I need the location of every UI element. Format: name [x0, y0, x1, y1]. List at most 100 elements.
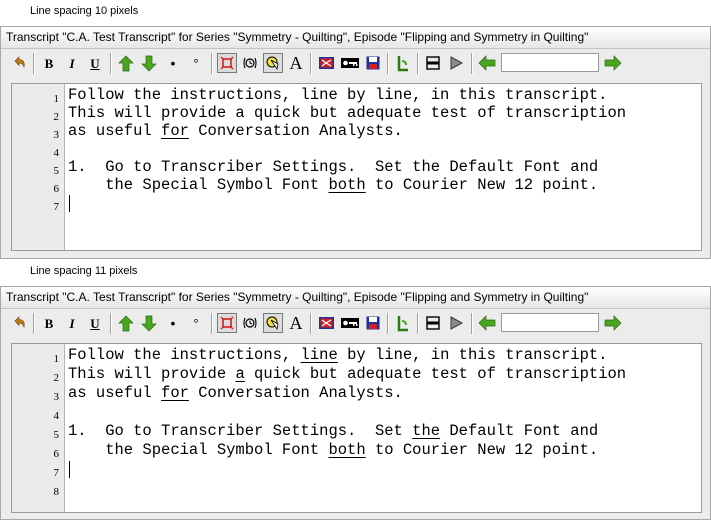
video-button[interactable] [316, 53, 336, 73]
falling-intonation-icon [141, 315, 157, 332]
panel1-caption: Line spacing 10 pixels [30, 5, 139, 17]
play-button[interactable] [446, 313, 466, 333]
timestamp-button[interactable] [240, 53, 260, 73]
bold-button[interactable]: B [39, 53, 59, 73]
transcript-editor[interactable]: 1 2 3 4 5 6 7 Follow the instructions, line by… [11, 83, 702, 251]
font-button[interactable]: A [286, 53, 306, 73]
bookmark-button[interactable] [393, 53, 413, 73]
timestamp-button[interactable] [240, 313, 260, 333]
position-input[interactable] [501, 53, 599, 72]
play-icon [448, 315, 464, 331]
transcript-text[interactable]: Follow the instructions, line by line, i… [68, 84, 701, 250]
transcript-line[interactable]: as useful for Conversation Analysts. [68, 122, 403, 140]
text-run: 1. Go to Transcriber Settings. Set the D… [68, 158, 599, 176]
underline-button[interactable]: U [85, 313, 105, 333]
position-input[interactable] [501, 313, 599, 332]
dot-button[interactable]: • [163, 53, 183, 73]
undo-button[interactable] [9, 313, 29, 333]
transcript-line[interactable]: 1. Go to Transcriber Settings. Set the D… [68, 158, 598, 176]
font-button[interactable]: A [286, 313, 306, 333]
forward-button[interactable] [603, 313, 623, 333]
forward-icon [604, 315, 622, 331]
transcript-line[interactable]: Follow the instructions, line by line, i… [68, 346, 608, 364]
line-number: 5 [53, 165, 60, 177]
font-icon: A [289, 53, 303, 73]
back-button[interactable] [477, 53, 497, 73]
underline-button[interactable]: U [85, 53, 105, 73]
video-button[interactable] [316, 313, 336, 333]
line-number: 6 [53, 183, 60, 195]
transcript-line[interactable]: Follow the instructions, line by line, i… [68, 86, 608, 104]
toolbar: B I U • ° A [1, 49, 710, 79]
transcript-line[interactable]: the Special Symbol Font both to Courier … [68, 176, 598, 194]
overlap-icon [219, 55, 235, 71]
text-caret [69, 461, 70, 478]
line-number: 2 [53, 111, 60, 123]
toolbar-separator [387, 53, 389, 74]
overlap-button[interactable] [217, 53, 237, 73]
back-button[interactable] [477, 313, 497, 333]
panel2-caption: Line spacing 11 pixels [30, 265, 138, 277]
forward-icon [604, 55, 622, 71]
text-run: to Courier New 12 point. [365, 441, 599, 459]
save-button[interactable] [363, 313, 383, 333]
undo-icon [11, 315, 27, 331]
bold-button[interactable]: B [39, 313, 59, 333]
transcript-line[interactable]: This will provide a quick but adequate t… [68, 365, 626, 383]
transcript-text[interactable]: Follow the instructions, line by line, i… [68, 344, 701, 512]
bold-icon: B [44, 55, 54, 71]
key-button[interactable] [340, 53, 360, 73]
save-button[interactable] [363, 53, 383, 73]
italic-button[interactable]: I [62, 313, 82, 333]
forward-button[interactable] [603, 53, 623, 73]
underlined-word: a [235, 365, 245, 383]
split-button[interactable] [423, 313, 443, 333]
toolbar-separator [310, 313, 312, 334]
split-icon [425, 315, 441, 331]
toolbar-separator [110, 53, 112, 74]
toolbar-separator [33, 53, 35, 74]
italic-button[interactable]: I [62, 53, 82, 73]
save-icon [365, 315, 381, 331]
transcript-window-2: Transcript "C.A. Test Transcript" for Se… [0, 286, 711, 520]
toolbar-separator [211, 53, 213, 74]
toolbar-separator [417, 53, 419, 74]
text-run: Follow the instructions, line by line, i… [68, 86, 608, 104]
rising-intonation-button[interactable] [116, 53, 136, 73]
key-button[interactable] [340, 313, 360, 333]
bold-icon: B [44, 315, 54, 331]
play-icon [448, 55, 464, 71]
undo-button[interactable] [9, 53, 29, 73]
dot-button[interactable]: • [163, 313, 183, 333]
text-run: as useful [68, 122, 162, 140]
save-icon [365, 55, 381, 71]
underlined-word: both [328, 441, 366, 459]
play-button[interactable] [446, 53, 466, 73]
line-number-gutter: 1 2 3 4 5 6 7 8 [12, 344, 65, 512]
degree-button[interactable]: ° [186, 313, 206, 333]
degree-button[interactable]: ° [186, 53, 206, 73]
underlined-word: the [412, 422, 441, 440]
transcript-line[interactable]: the Special Symbol Font both to Courier … [68, 441, 598, 459]
bookmark-button[interactable] [393, 313, 413, 333]
transcript-line[interactable]: This will provide a quick but adequate t… [68, 104, 626, 122]
rising-intonation-button[interactable] [116, 313, 136, 333]
rising-intonation-icon [118, 55, 134, 72]
falling-intonation-button[interactable] [139, 313, 159, 333]
overlap-button[interactable] [217, 313, 237, 333]
undo-icon [11, 55, 27, 71]
toolbar: B I U • ° A [1, 309, 710, 339]
highlight-button[interactable] [263, 313, 283, 333]
highlight-button[interactable] [263, 53, 283, 73]
transcript-line[interactable]: as useful for Conversation Analysts. [68, 384, 403, 402]
dot-icon: • [170, 315, 176, 331]
underline-icon: U [90, 55, 100, 71]
rising-intonation-icon [118, 315, 134, 332]
transcript-line[interactable]: 1. Go to Transcriber Settings. Set the D… [68, 422, 598, 440]
transcript-editor[interactable]: 1 2 3 4 5 6 7 8 Follow the instructions, line b… [11, 343, 702, 513]
falling-intonation-button[interactable] [139, 53, 159, 73]
text-run: This will provide [68, 365, 236, 383]
line-number-gutter: 1 2 3 4 5 6 7 [12, 84, 65, 250]
split-button[interactable] [423, 53, 443, 73]
text-run: Follow the instructions, [68, 346, 301, 364]
